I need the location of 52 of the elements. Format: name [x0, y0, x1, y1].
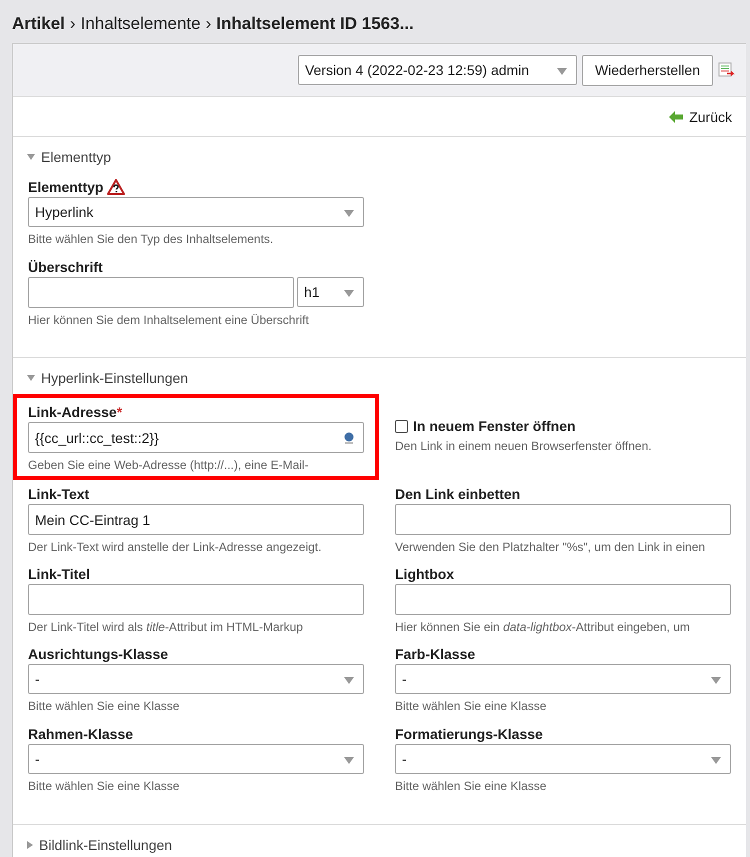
help-text: Den Link in einem neuen Browserfenster öffnen. — [395, 439, 653, 453]
help-text: Geben Sie eine Web-Adresse (http://...), eine E-Mail- — [28, 458, 310, 472]
field-label: Rahmen-Klasse — [28, 726, 134, 742]
help-text: Der Link-Titel wird als title-Attribut im HTML-Markup — [28, 620, 304, 634]
input-field[interactable] — [395, 504, 731, 535]
breadcrumb-item: Inhaltselement ID 1563... — [216, 14, 414, 34]
section-toggle[interactable]: Bildlink-Einstellungen — [27, 825, 732, 857]
field-label: Ausrichtungs-Klasse — [28, 646, 168, 662]
restore-button[interactable]: Wiederherstellen — [582, 54, 713, 86]
checkbox-option[interactable]: In neuem Fenster öffnen — [395, 418, 731, 434]
help-text: Bitte wählen Sie eine Klasse — [28, 699, 180, 713]
select-field[interactable]: - — [28, 744, 364, 774]
help-text: Hier können Sie ein data-lightbox-Attribut eingeben, um — [395, 620, 691, 634]
field-label: Farb-Klasse — [395, 646, 476, 662]
breadcrumb-item[interactable]: Artikel — [12, 14, 65, 34]
select-field[interactable]: - — [395, 664, 731, 694]
compare-icon[interactable] — [718, 62, 736, 78]
help-text: Bitte wählen Sie den Typ des Inhaltselements. — [28, 232, 274, 246]
field-label: Lightbox — [395, 566, 454, 582]
required-marker: * — [116, 404, 122, 420]
help-text: Verwenden Sie den Platzhalter "%s", um den Link in einen — [395, 540, 706, 554]
input-field[interactable]: {{cc_url::cc_test::2}} — [28, 422, 364, 453]
help-text: Bitte wählen Sie eine Klasse — [28, 779, 180, 793]
field-label: Link-Adresse — [28, 404, 117, 420]
help-text: Bitte wählen Sie eine Klasse — [395, 779, 548, 793]
picker-icon[interactable] — [343, 432, 355, 444]
breadcrumb-separator: › — [70, 14, 76, 34]
help-text: Hier können Sie dem Inhaltselement eine Überschrift — [28, 313, 310, 327]
breadcrumb-item[interactable]: Inhaltselemente — [80, 14, 201, 34]
select-field[interactable]: - — [28, 664, 364, 694]
field-label: Elementtyp — [28, 179, 104, 195]
back-arrow-icon[interactable] — [669, 110, 684, 122]
field-label: Formatierungs-Klasse — [395, 726, 543, 742]
help-text: Bitte wählen Sie eine Klasse — [395, 699, 548, 713]
section-toggle[interactable]: Elementtyp — [27, 137, 732, 177]
input-field[interactable] — [28, 277, 294, 308]
section-toggle[interactable]: Hyperlink-Einstellungen — [27, 358, 732, 398]
field-label: Link-Text — [28, 486, 90, 502]
input-field[interactable] — [28, 584, 364, 615]
back-link[interactable]: Zurück — [669, 108, 732, 124]
field-label: Überschrift — [28, 259, 103, 275]
select-field[interactable]: - — [395, 744, 731, 774]
select-field[interactable]: Hyperlink — [28, 197, 364, 227]
select-field[interactable]: h1 — [297, 277, 364, 307]
version-select[interactable]: Version 4 (2022-02-23 12:59) admin — [298, 55, 577, 85]
input-field[interactable] — [395, 584, 731, 615]
breadcrumb-separator: › — [206, 14, 212, 34]
field-label: Link-Titel — [28, 566, 90, 582]
input-field[interactable]: Mein CC-Eintrag 1 — [28, 504, 364, 535]
warning-icon[interactable] — [107, 179, 126, 195]
field-label: Den Link einbetten — [395, 486, 520, 502]
help-text: Der Link-Text wird anstelle der Link-Adresse angezeigt. — [28, 540, 322, 554]
